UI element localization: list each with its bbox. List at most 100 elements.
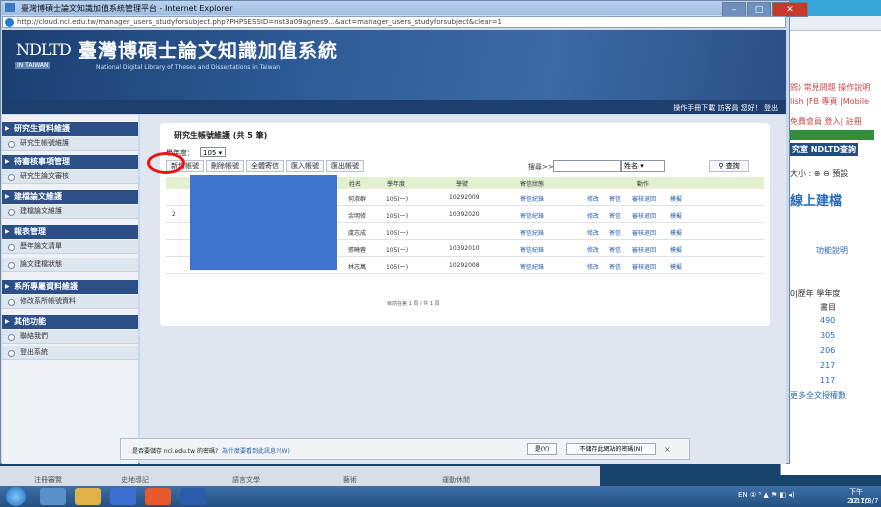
simulate-link[interactable]: 模擬: [670, 194, 682, 203]
row-index: 2: [172, 211, 176, 218]
review-return-link[interactable]: 審核退回: [632, 228, 656, 237]
why-this-message-link[interactable]: 為什麼要看到此訊息?(W): [222, 446, 290, 455]
save-password-no-button[interactable]: 不儲存此網站的密碼(N): [566, 443, 656, 455]
search-input[interactable]: [553, 160, 621, 172]
sidebar-section-filing[interactable]: 建檔論文維護: [2, 190, 138, 204]
cell-student-id: 10392010: [449, 245, 480, 252]
top-nav-links[interactable]: 操作手冊下載 訪客員 您好！ 登出: [673, 103, 778, 113]
edit-link[interactable]: 修改: [587, 211, 599, 220]
sidebar-section-student-data[interactable]: 研究生資料維護: [2, 122, 138, 136]
system-tray[interactable]: EN ② ⁵ ▲ ⚑ ◧ ◂): [738, 491, 795, 499]
ie-taskbar-icon[interactable]: [40, 488, 66, 505]
mail-record-link[interactable]: 寄信紀錄: [520, 262, 544, 271]
bg-count[interactable]: 490: [820, 316, 835, 325]
delete-account-button[interactable]: 刪除帳號: [206, 160, 244, 172]
sidebar-section-department[interactable]: 系所專屬資料維護: [2, 280, 138, 294]
mail-record-link[interactable]: 寄信紀錄: [520, 211, 544, 220]
review-return-link[interactable]: 審核退回: [632, 262, 656, 271]
review-return-link[interactable]: 審核退回: [632, 194, 656, 203]
cell-student-id: 10292008: [449, 262, 480, 269]
minimize-button[interactable]: –: [722, 2, 746, 17]
review-return-link[interactable]: 審核退回: [632, 211, 656, 220]
bg-online-filing[interactable]: 線上建檔: [790, 190, 842, 209]
bullet-icon: [8, 262, 15, 269]
cell-year: 105(一): [386, 196, 409, 203]
sidebar-item-logout[interactable]: 登出系統: [2, 346, 138, 360]
import-account-button[interactable]: 匯入帳號: [286, 160, 324, 172]
save-password-yes-button[interactable]: 是(Y): [527, 443, 557, 455]
bg-login-links[interactable]: 免費會員 登入| 註冊: [790, 116, 862, 127]
maximize-button[interactable]: □: [747, 2, 771, 17]
edit-link[interactable]: 修改: [587, 245, 599, 254]
sidebar-item-filing[interactable]: 建檔論文維護: [2, 205, 138, 219]
clock-date[interactable]: 2017/3/7: [847, 497, 878, 505]
close-button[interactable]: ✕: [772, 2, 808, 17]
sidebar-section-other[interactable]: 其他功能: [2, 315, 138, 329]
cell-name: 何淑群: [348, 196, 367, 203]
edit-link[interactable]: 修改: [587, 262, 599, 271]
send-mail-link[interactable]: 寄信: [609, 194, 621, 203]
mail-record-link[interactable]: 寄信紀錄: [520, 245, 544, 254]
simulate-link[interactable]: 模擬: [670, 211, 682, 220]
edit-link[interactable]: 修改: [587, 228, 599, 237]
col-name: 姓名: [349, 181, 362, 188]
sidebar-item-thesis-review[interactable]: 研究生論文審核: [2, 170, 138, 184]
simulate-link[interactable]: 模擬: [670, 245, 682, 254]
address-bar[interactable]: http://cloud.ncl.edu.tw/manager_users_st…: [2, 16, 786, 28]
outlook-taskbar-icon[interactable]: [110, 488, 136, 505]
bg-count[interactable]: 206: [820, 346, 835, 355]
background-browser-window[interactable]: [780, 0, 881, 475]
search-button[interactable]: ⚲ 查詢: [709, 160, 749, 172]
edit-link[interactable]: 修改: [587, 194, 599, 203]
send-mail-link[interactable]: 寄信: [609, 245, 621, 254]
bg-font-size[interactable]: 大小 : ⊕ ⊖ 預設: [790, 168, 848, 179]
footer-link[interactable]: 史地導記: [121, 475, 149, 485]
word-taskbar-icon[interactable]: [180, 488, 206, 505]
bg-count[interactable]: 217: [820, 361, 835, 370]
col-student-id: 學號: [456, 181, 469, 188]
sidebar-item-thesis-list[interactable]: 歷年論文清單: [2, 240, 138, 254]
sidebar-item-dept-account[interactable]: 修改系所帳號資料: [2, 295, 138, 309]
footer-link[interactable]: 注冊審覽: [34, 475, 62, 485]
export-account-button[interactable]: 匯出帳號: [326, 160, 364, 172]
bg-ndltd-query[interactable]: 究室 NDLTD查詢: [790, 143, 858, 156]
cell-name: 余明修: [348, 213, 367, 220]
sidebar-section-reports[interactable]: 報表管理: [2, 225, 138, 239]
sidebar-item-filing-status[interactable]: 論文建檔狀態: [2, 258, 138, 272]
highlight-circle: [147, 152, 185, 174]
send-mail-link[interactable]: 寄信: [609, 211, 621, 220]
bg-more-fulltext[interactable]: 更多全文授權數: [790, 390, 846, 401]
page-title: 研究生帳號維護 (共 5 筆): [174, 131, 268, 140]
chrome-taskbar-icon[interactable]: [145, 488, 171, 505]
mail-all-button[interactable]: 全體寄信: [246, 160, 284, 172]
sidebar-item-contact[interactable]: 聯絡我們: [2, 330, 138, 344]
bg-help-links[interactable]: 問) 常見問題 操作說明: [790, 82, 870, 93]
start-button[interactable]: [6, 487, 26, 506]
sidebar-item-student-account[interactable]: 研究生帳號維護: [2, 137, 138, 151]
close-icon[interactable]: ×: [664, 445, 671, 454]
sidebar-section-review[interactable]: 待審核事項管理: [2, 155, 138, 169]
bg-count[interactable]: 305: [820, 331, 835, 340]
footer-link[interactable]: 語言文學: [232, 475, 260, 485]
review-return-link[interactable]: 審核退回: [632, 245, 656, 254]
bg-social-links[interactable]: lish |FB 專頁 |Mobile: [790, 96, 869, 107]
mail-record-link[interactable]: 寄信紀錄: [520, 194, 544, 203]
site-subtitle: National Digital Library of Theses and D…: [96, 64, 281, 71]
search-icon: ⚲: [718, 162, 724, 170]
bg-function-help[interactable]: 功能說明: [816, 245, 848, 256]
send-mail-link[interactable]: 寄信: [609, 262, 621, 271]
simulate-link[interactable]: 模擬: [670, 262, 682, 271]
search-field-select[interactable]: 姓名 ▾: [621, 160, 665, 172]
simulate-link[interactable]: 模擬: [670, 228, 682, 237]
footer-link[interactable]: 運動休閒: [442, 475, 470, 485]
bg-count[interactable]: 117: [820, 376, 835, 385]
send-mail-link[interactable]: 寄信: [609, 228, 621, 237]
year-select[interactable]: 105 ▾: [200, 147, 226, 157]
ndltd-logo[interactable]: NDLTD: [16, 40, 72, 59]
footer-link[interactable]: 藝術: [343, 475, 357, 485]
address-url[interactable]: http://cloud.ncl.edu.tw/manager_users_st…: [17, 18, 502, 26]
browser-titlebar[interactable]: 臺灣博碩士論文知識加值系統管理平台 - Internet Explorer – …: [1, 1, 808, 17]
ie-icon: [5, 18, 14, 27]
mail-record-link[interactable]: 寄信紀錄: [520, 228, 544, 237]
folder-taskbar-icon[interactable]: [75, 488, 101, 505]
